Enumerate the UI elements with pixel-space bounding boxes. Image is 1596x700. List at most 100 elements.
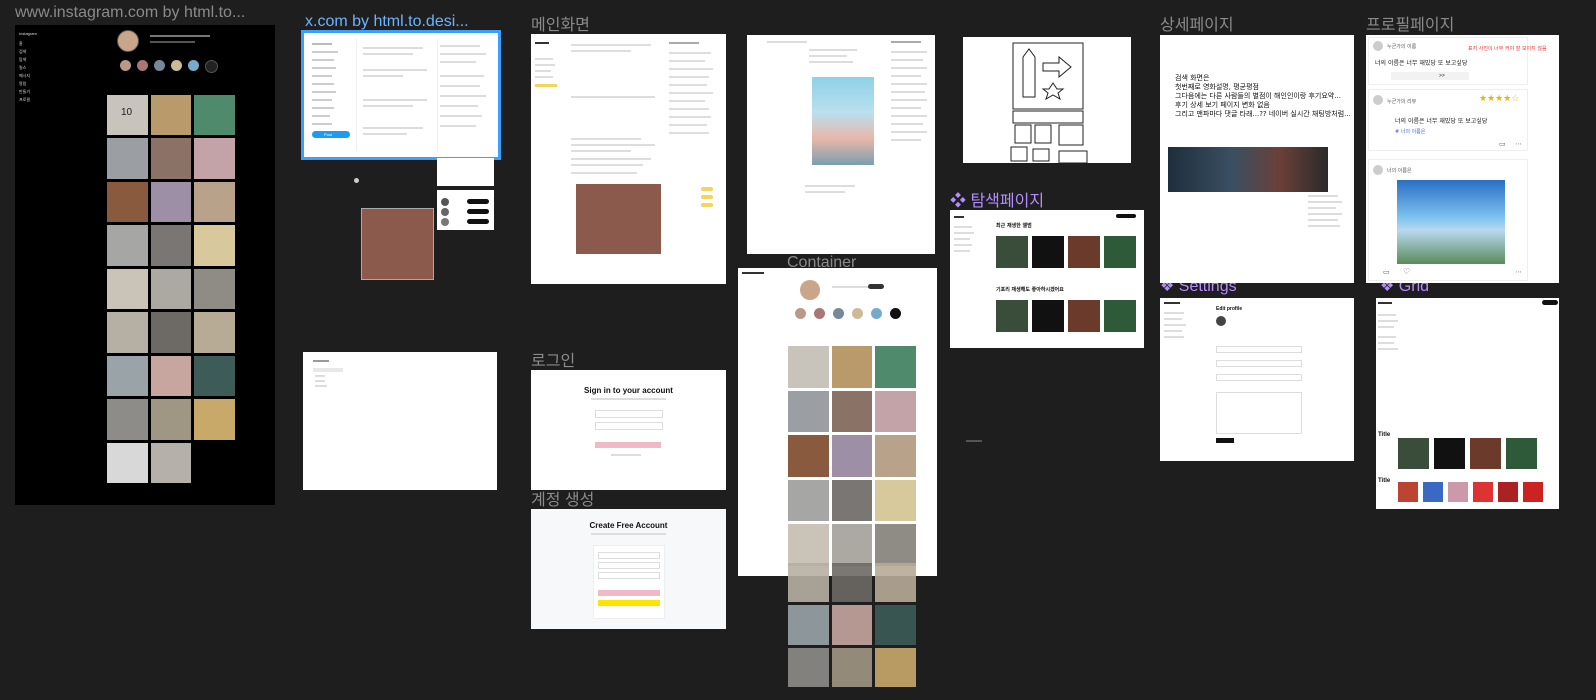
main-frame[interactable]	[531, 34, 726, 284]
frame-label-x[interactable]: x.com by html.to.desi...	[305, 13, 469, 31]
container-avatar[interactable]	[800, 280, 820, 300]
more-button[interactable]: >>	[1391, 72, 1469, 80]
settings-field[interactable]	[1216, 360, 1302, 367]
playlist-cover[interactable]	[1398, 438, 1429, 469]
signup-frame[interactable]: Create Free Account	[531, 509, 726, 629]
side-item[interactable]: 메시지	[19, 73, 30, 79]
settings-frame[interactable]: Edit profile	[1160, 298, 1354, 461]
main-post-image[interactable]	[576, 184, 661, 254]
highlight[interactable]	[205, 60, 218, 73]
grid-photo[interactable]	[107, 181, 148, 223]
grid-photo[interactable]	[150, 225, 192, 266]
frame-label-instagram[interactable]: www.instagram.com by html.to...	[15, 4, 245, 22]
instagram-frame[interactable]: Instagram 홈 검색 탐색 릴스 메시지 알림 만들기 프로필 10	[15, 25, 275, 505]
grid-photo[interactable]	[831, 605, 873, 645]
grid-photo[interactable]	[875, 390, 916, 433]
highlight[interactable]	[171, 60, 182, 71]
grid-photo[interactable]	[150, 442, 192, 483]
highlight[interactable]	[795, 308, 806, 319]
grid-photo[interactable]	[788, 524, 829, 566]
grid-photo[interactable]	[194, 312, 235, 353]
side-item[interactable]: 탐색	[19, 57, 26, 63]
frame-label-main[interactable]: 메인화면	[531, 11, 590, 35]
brown-square[interactable]	[361, 208, 434, 280]
grid-photo[interactable]	[831, 524, 873, 566]
grid-photo[interactable]	[875, 605, 916, 645]
grid-photo[interactable]	[107, 312, 148, 353]
grid-photo[interactable]	[150, 355, 192, 397]
grid-photo[interactable]	[107, 442, 148, 483]
grid-photo[interactable]	[788, 647, 829, 687]
grid-photo[interactable]	[875, 435, 916, 477]
artist-photo[interactable]	[1523, 482, 1543, 502]
playlist-cover[interactable]	[1032, 236, 1064, 268]
artist-photo[interactable]	[1498, 482, 1518, 502]
detail-movie-still[interactable]	[1168, 147, 1328, 192]
grid-photo[interactable]	[788, 390, 829, 433]
manga-cover[interactable]	[812, 77, 874, 165]
highlight[interactable]	[154, 60, 165, 71]
login-frame[interactable]: Sign in to your account	[531, 370, 726, 490]
review-tag[interactable]: # 너의 이름은	[1395, 128, 1425, 135]
instagram-logo[interactable]: Instagram	[19, 31, 37, 36]
grid-photo[interactable]	[107, 355, 148, 397]
grid-photo[interactable]	[788, 479, 829, 522]
more-icon[interactable]: ⋯	[1515, 268, 1522, 276]
post-button[interactable]: Post	[312, 131, 350, 138]
grid-photo[interactable]	[150, 268, 192, 310]
side-item[interactable]: 만들기	[19, 89, 30, 95]
highlight[interactable]	[120, 60, 131, 71]
frame-label-detail[interactable]: 상세페이지	[1160, 11, 1234, 35]
side-item[interactable]: 검색	[19, 49, 26, 55]
settings-field[interactable]	[1216, 374, 1302, 381]
follow-button[interactable]	[467, 219, 489, 224]
container-frame[interactable]	[738, 268, 937, 576]
follow-button[interactable]	[467, 209, 489, 214]
playlist-cover[interactable]	[996, 300, 1028, 332]
avatar[interactable]	[1373, 165, 1383, 175]
playlist-cover[interactable]	[1104, 236, 1136, 268]
artist-photo[interactable]	[1448, 482, 1468, 502]
grid-photo[interactable]	[194, 399, 235, 440]
highlight[interactable]	[137, 60, 148, 71]
avatar[interactable]	[1373, 41, 1383, 51]
playlist-cover[interactable]	[1032, 300, 1064, 332]
artist-photo[interactable]	[1398, 482, 1418, 502]
signup-button[interactable]	[598, 590, 660, 596]
grid-photo[interactable]	[831, 390, 873, 433]
grid-photo[interactable]	[831, 647, 873, 687]
profile-frame[interactable]: 누군가의 이름 너의 이름은 너무 재밌당 또 보고싶당 >> 표지 사진이 너…	[1366, 35, 1559, 283]
detail-frame[interactable]: 검색 화면은 첫번째로 영화설명, 평균평점 그다음에는 다른 사람들의 별점이…	[1160, 35, 1354, 283]
follow-button[interactable]	[467, 199, 489, 204]
grid-photo[interactable]	[875, 563, 916, 603]
grid-photo[interactable]	[875, 524, 916, 566]
grid-photo[interactable]	[194, 355, 235, 397]
highlight[interactable]	[833, 308, 844, 319]
grid-photo[interactable]	[194, 225, 235, 266]
grid-photo[interactable]	[831, 435, 873, 477]
settings-avatar[interactable]	[1216, 316, 1226, 326]
playlist-cover[interactable]	[1506, 438, 1537, 469]
grid-photo[interactable]	[875, 346, 916, 388]
grid-photo[interactable]	[194, 138, 235, 179]
grid-photo[interactable]	[788, 435, 829, 477]
artist-photo[interactable]	[1473, 482, 1493, 502]
frame-label-login[interactable]: 로그인	[531, 347, 575, 371]
x-side-card[interactable]	[437, 158, 494, 186]
grid-photo[interactable]	[788, 563, 829, 603]
grid-photo[interactable]	[150, 399, 192, 440]
grid-photo[interactable]	[788, 346, 829, 388]
grid-photo[interactable]	[107, 138, 148, 179]
side-item[interactable]: 릴스	[19, 65, 26, 71]
grid-photo[interactable]	[831, 479, 873, 522]
frame-label-profile[interactable]: 프로필페이지	[1366, 11, 1454, 35]
more-icon[interactable]: ⋯	[1515, 140, 1522, 148]
kakao-button[interactable]	[598, 600, 660, 606]
grid-photo[interactable]	[150, 312, 192, 353]
playlist-cover[interactable]	[1470, 438, 1501, 469]
grid-photo[interactable]	[875, 647, 916, 687]
highlight[interactable]	[188, 60, 199, 71]
slider-knob[interactable]	[354, 178, 359, 183]
grid-photo[interactable]	[107, 268, 148, 310]
explore-frame[interactable]: 최근 재생한 앨범 기포리 재생해도 좋아하시겠어요	[950, 210, 1144, 348]
